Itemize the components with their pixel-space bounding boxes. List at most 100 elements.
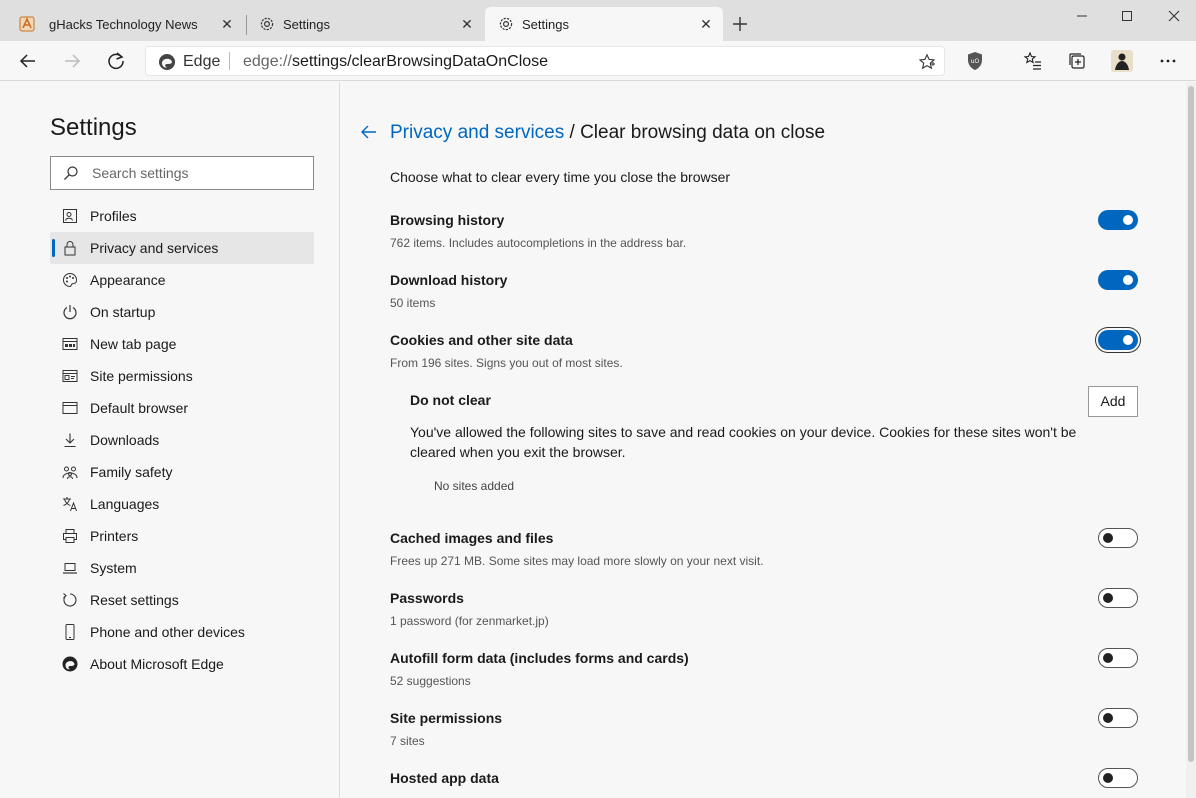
favorite-star-icon[interactable]: [918, 53, 936, 71]
add-site-button[interactable]: Add: [1088, 386, 1138, 417]
address-bar[interactable]: Edge edge://settings/clearBrowsingDataOn…: [145, 46, 945, 76]
power-icon: [62, 304, 78, 320]
printer-icon: [62, 528, 78, 544]
scrollbar-thumb[interactable]: [1188, 86, 1194, 762]
edge-logo-icon: [62, 656, 78, 672]
tab-ghacks[interactable]: gHacks Technology News ✕: [6, 7, 244, 41]
setting-title: Site permissions: [390, 710, 503, 726]
breadcrumb-link-privacy[interactable]: Privacy and services: [390, 122, 564, 143]
autofill-toggle[interactable]: [1098, 648, 1138, 668]
collections-icon[interactable]: [1065, 49, 1089, 73]
sidebar-item-startup[interactable]: On startup: [50, 296, 314, 328]
lock-icon: [62, 240, 78, 256]
languages-icon: [62, 496, 78, 512]
tab-close-icon[interactable]: ✕: [699, 17, 713, 31]
sidebar-item-site-permissions[interactable]: Site permissions: [50, 360, 314, 392]
url-path: settings/clearBrowsingDataOnClose: [291, 53, 549, 70]
sidebar-item-printers[interactable]: Printers: [50, 520, 314, 552]
sidebar-item-appearance[interactable]: Appearance: [50, 264, 314, 296]
download-history-toggle[interactable]: [1098, 270, 1138, 290]
setting-title: Autofill form data (includes forms and c…: [390, 650, 689, 666]
sidebar-item-label: Default browser: [90, 400, 189, 416]
sidebar-item-label: System: [90, 560, 137, 576]
profile-avatar[interactable]: [1110, 49, 1134, 73]
url-text: edge://settings/clearBrowsingDataOnClose: [243, 53, 548, 71]
site-permissions-toggle[interactable]: [1098, 708, 1138, 728]
url-scheme: edge://: [243, 53, 292, 70]
sidebar-item-default-browser[interactable]: Default browser: [50, 392, 314, 424]
more-options-icon[interactable]: [1156, 49, 1180, 73]
window-close-icon[interactable]: [1164, 8, 1184, 24]
do-not-clear-description: You've allowed the following sites to sa…: [410, 424, 1077, 460]
tab-strip: gHacks Technology News ✕ Settings ✕ Sett…: [0, 0, 1196, 41]
settings-sidebar: Settings Search settings Profiles Privac…: [0, 82, 340, 798]
setting-subtitle: 1 password (for zenmarket.jp): [390, 614, 549, 628]
forward-arrow-icon[interactable]: [60, 49, 84, 73]
tab-close-icon[interactable]: ✕: [220, 17, 234, 31]
setting-title: Cached images and files: [390, 530, 554, 546]
phone-icon: [62, 624, 78, 640]
favorites-list-icon[interactable]: [1021, 49, 1045, 73]
gear-icon: [259, 16, 275, 32]
navigation-toolbar: Edge edge://settings/clearBrowsingDataOn…: [0, 41, 1196, 81]
sidebar-item-family-safety[interactable]: Family safety: [50, 456, 314, 488]
cached-images-toggle[interactable]: [1098, 528, 1138, 548]
breadcrumb: Privacy and services / Clear browsing da…: [390, 122, 825, 144]
sidebar-item-new-tab-page[interactable]: New tab page: [50, 328, 314, 360]
palette-icon: [62, 272, 78, 288]
settings-title: Settings: [50, 114, 137, 141]
setting-title: Passwords: [390, 590, 464, 606]
page-description: Choose what to clear every time you clos…: [390, 169, 731, 185]
breadcrumb-separator: /: [564, 122, 581, 143]
sidebar-item-label: Printers: [90, 528, 139, 544]
browsing-history-toggle[interactable]: [1098, 210, 1138, 230]
tab-title: Settings: [283, 17, 330, 32]
sidebar-item-profiles[interactable]: Profiles: [50, 200, 314, 232]
tab-settings-1[interactable]: Settings ✕: [246, 7, 484, 41]
search-settings-input[interactable]: Search settings: [50, 156, 314, 190]
profile-icon: [62, 208, 78, 224]
edge-logo-icon: [158, 53, 176, 71]
sidebar-item-label: Appearance: [90, 272, 166, 288]
svg-text:uO: uO: [971, 58, 980, 65]
default-browser-icon: [62, 400, 78, 416]
sidebar-item-label: Profiles: [90, 208, 137, 224]
refresh-icon[interactable]: [104, 49, 128, 73]
ghacks-favicon-icon: [19, 16, 35, 32]
setting-subtitle: From 196 sites. Signs you out of most si…: [390, 356, 623, 370]
url-divider: [229, 52, 230, 70]
back-arrow-icon[interactable]: [359, 122, 379, 142]
reset-icon: [62, 592, 78, 608]
sidebar-item-label: Privacy and services: [90, 240, 219, 256]
setting-title: Cookies and other site data: [390, 332, 573, 348]
tab-settings-active[interactable]: Settings ✕: [485, 7, 723, 41]
sidebar-item-label: Reset settings: [90, 592, 179, 608]
back-arrow-icon[interactable]: [16, 49, 40, 73]
setting-title: Browsing history: [390, 212, 505, 228]
newtab-icon: [62, 336, 78, 352]
setting-subtitle: 7 sites: [390, 734, 425, 748]
new-tab-plus-icon[interactable]: [729, 13, 751, 35]
sidebar-item-languages[interactable]: Languages: [50, 488, 314, 520]
setting-subtitle: 762 items. Includes autocompletions in t…: [390, 236, 687, 250]
download-icon: [62, 432, 78, 448]
sidebar-item-label: Languages: [90, 496, 160, 512]
ublock-extension-icon[interactable]: uO: [963, 49, 987, 73]
sidebar-item-downloads[interactable]: Downloads: [50, 424, 314, 456]
tab-close-icon[interactable]: ✕: [460, 17, 474, 31]
search-placeholder: Search settings: [92, 165, 189, 181]
sidebar-item-reset-settings[interactable]: Reset settings: [50, 584, 314, 616]
sidebar-item-system[interactable]: System: [50, 552, 314, 584]
page-title: Clear browsing data on close: [580, 122, 826, 143]
sidebar-item-about-edge[interactable]: About Microsoft Edge: [50, 648, 314, 680]
site-permissions-icon: [62, 368, 78, 384]
sidebar-item-privacy[interactable]: Privacy and services: [50, 232, 314, 264]
hosted-app-data-toggle[interactable]: [1098, 768, 1138, 788]
maximize-icon[interactable]: [1117, 8, 1137, 24]
laptop-icon: [62, 560, 78, 576]
sidebar-item-label: On startup: [90, 304, 156, 320]
minimize-icon[interactable]: [1072, 8, 1092, 24]
passwords-toggle[interactable]: [1098, 588, 1138, 608]
sidebar-item-phone-devices[interactable]: Phone and other devices: [50, 616, 314, 648]
cookies-toggle[interactable]: [1098, 330, 1138, 350]
